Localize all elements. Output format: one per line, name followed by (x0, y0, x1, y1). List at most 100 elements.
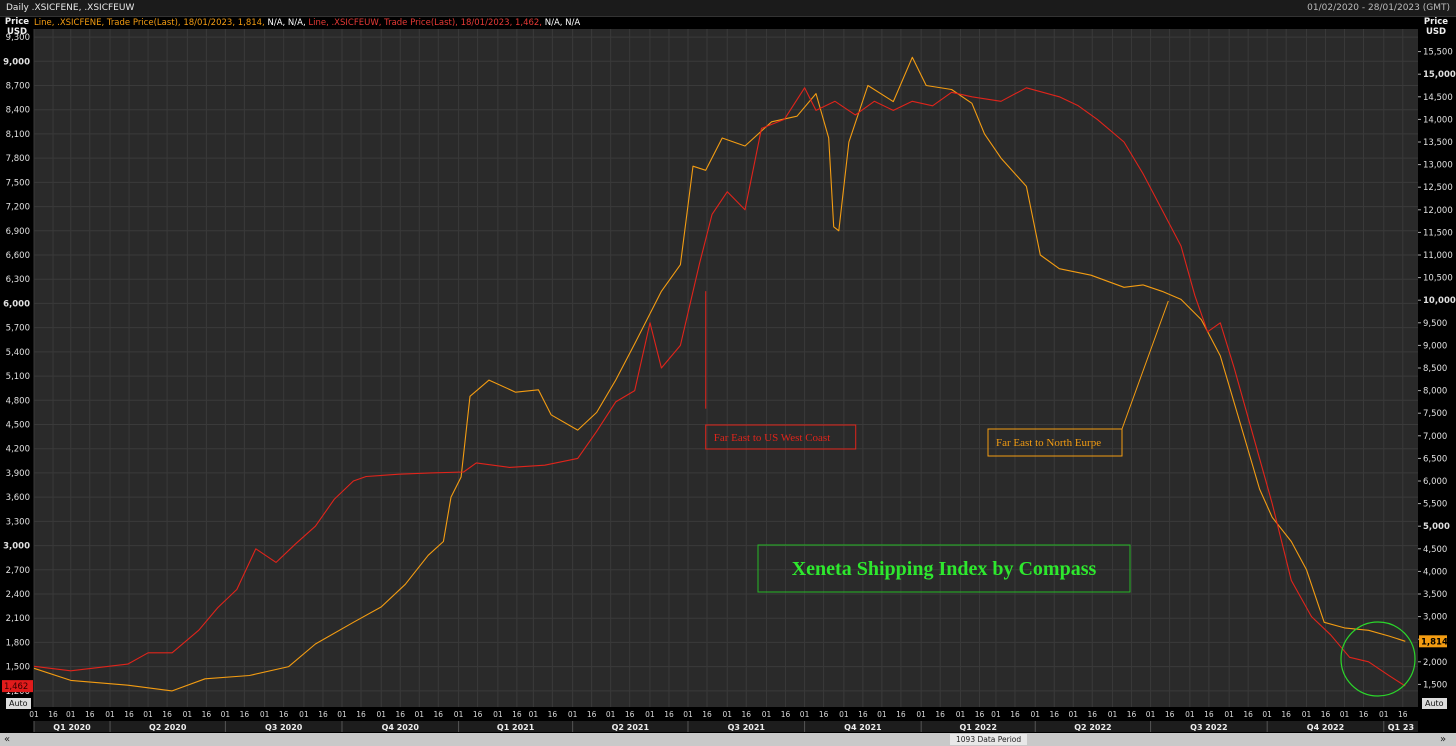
day-tick-label: 16 (742, 710, 752, 719)
day-tick-label: 16 (1243, 710, 1253, 719)
auto-scale-right-button[interactable]: Auto (1422, 698, 1447, 709)
day-tick-label: 01 (299, 710, 309, 719)
day-tick-label: 01 (1224, 710, 1234, 719)
quarter-label: Q2 2022 (1074, 723, 1111, 732)
right-tick-label: 5,000 (1423, 522, 1450, 532)
day-tick-label: 16 (85, 710, 95, 719)
auto-scale-left-button[interactable]: Auto (6, 698, 31, 709)
day-tick-label: 01 (221, 710, 231, 719)
scroll-bar[interactable]: « 1093 Data Period » (0, 733, 1456, 746)
day-tick-label: 01 (645, 710, 655, 719)
left-tick-label: 5,400 (6, 348, 30, 358)
quarter-label: Q3 2021 (728, 723, 766, 732)
day-tick-label: 01 (29, 710, 39, 719)
quarter-label: Q3 2022 (1190, 723, 1227, 732)
day-tick-label: 16 (1359, 710, 1369, 719)
day-tick-label: 01 (1340, 710, 1350, 719)
day-tick-label: 01 (568, 710, 578, 719)
day-tick-label: 16 (434, 710, 444, 719)
day-tick-label: 01 (529, 710, 539, 719)
day-tick-label: 16 (1398, 710, 1408, 719)
right-tick-label: 7,000 (1423, 432, 1447, 442)
left-tick-label: 2,700 (6, 566, 30, 576)
scroll-left-icon[interactable]: « (4, 733, 10, 746)
right-tick-label: 8,500 (1423, 364, 1447, 374)
right-tick-label: 3,500 (1423, 590, 1447, 600)
right-tick-label: 14,500 (1423, 93, 1453, 103)
day-tick-label: 01 (839, 710, 849, 719)
left-axis-title-price: Price (4, 17, 30, 27)
legend-north-europe: Line, .XSICFENE, Trade Price(Last), 18/0… (34, 18, 265, 28)
day-tick-label: 16 (664, 710, 674, 719)
left-tick-label: 6,300 (6, 275, 30, 285)
day-tick-label: 16 (896, 710, 906, 719)
day-tick-label: 01 (1068, 710, 1078, 719)
day-tick-label: 16 (1088, 710, 1098, 719)
day-tick-label: 16 (1204, 710, 1214, 719)
left-tick-label: 4,500 (6, 421, 30, 431)
left-tick-label: 9,000 (3, 57, 30, 67)
day-tick-label: 16 (975, 710, 985, 719)
right-tick-label: 11,500 (1423, 228, 1453, 238)
right-tick-label: 4,000 (1423, 567, 1447, 577)
day-tick-label: 01 (143, 710, 153, 719)
left-axis-title: Price USD (4, 17, 30, 37)
quarter-label: Q2 2020 (149, 723, 187, 732)
quarter-label: Q3 2020 (265, 723, 303, 732)
day-tick-label: 16 (1281, 710, 1291, 719)
day-tick-label: 16 (819, 710, 829, 719)
right-axis-title-usd: USD (1425, 27, 1447, 37)
day-tick-label: 01 (683, 710, 693, 719)
day-tick-label: 01 (1302, 710, 1312, 719)
left-tick-label: 8,700 (6, 82, 30, 92)
left-tick-label: 7,800 (6, 154, 30, 164)
annotation-us-west-coast: Far East to US West Coast (714, 432, 831, 444)
right-tick-label: 9,000 (1423, 341, 1447, 351)
quarter-label: Q1 2020 (53, 723, 91, 732)
day-tick-label: 01 (762, 710, 772, 719)
left-tick-label: 1,500 (6, 663, 30, 673)
day-tick-label: 01 (722, 710, 732, 719)
day-tick-label: 01 (415, 710, 425, 719)
left-tick-label: 5,700 (6, 324, 30, 334)
left-tick-label: 8,100 (6, 130, 30, 140)
day-tick-label: 01 (183, 710, 193, 719)
legend-us-west-coast: Line, .XSICFEUW, Trade Price(Last), 18/0… (308, 18, 543, 28)
day-tick-label: 01 (105, 710, 115, 719)
scroll-right-icon[interactable]: » (1440, 733, 1446, 746)
day-tick-label: 16 (1165, 710, 1175, 719)
left-tick-label: 2,400 (6, 590, 30, 600)
day-tick-label: 16 (48, 710, 58, 719)
day-tick-label: 01 (376, 710, 386, 719)
day-tick-label: 01 (66, 710, 76, 719)
day-tick-label: 16 (279, 710, 289, 719)
day-tick-label: 01 (916, 710, 926, 719)
right-tick-label: 8,000 (1423, 387, 1447, 397)
left-tick-label: 6,900 (6, 227, 30, 237)
quarter-label: Q1 23 (1388, 723, 1414, 732)
last-value-us-west-coast: 1,462 (4, 682, 28, 692)
day-tick-label: 16 (858, 710, 868, 719)
day-tick-label: 01 (1379, 710, 1389, 719)
day-tick-label: 01 (991, 710, 1001, 719)
left-tick-label: 3,900 (6, 469, 30, 479)
last-value-north-europe: 1,814 (1421, 637, 1448, 647)
day-tick-label: 16 (702, 710, 712, 719)
legend-north-europe-na: N/A, N/A, (267, 18, 306, 28)
day-tick-label: 01 (1030, 710, 1040, 719)
day-tick-label: 16 (935, 710, 945, 719)
chart-title: Xeneta Shipping Index by Compass (792, 558, 1097, 580)
quarter-label: Q2 2021 (612, 723, 650, 732)
day-tick-label: 01 (1185, 710, 1195, 719)
right-tick-label: 7,500 (1423, 409, 1447, 419)
day-tick-label: 16 (1010, 710, 1020, 719)
day-tick-label: 01 (260, 710, 270, 719)
right-tick-label: 10,000 (1423, 296, 1456, 306)
chart-canvas[interactable]: 1,2001,5001,8002,1002,4002,7003,0003,300… (0, 0, 1456, 746)
day-tick-label: 16 (124, 710, 134, 719)
day-tick-label: 16 (1321, 710, 1331, 719)
right-tick-label: 11,000 (1423, 251, 1453, 261)
day-tick-label: 16 (548, 710, 558, 719)
day-tick-label: 16 (318, 710, 328, 719)
right-tick-label: 5,500 (1423, 500, 1447, 510)
